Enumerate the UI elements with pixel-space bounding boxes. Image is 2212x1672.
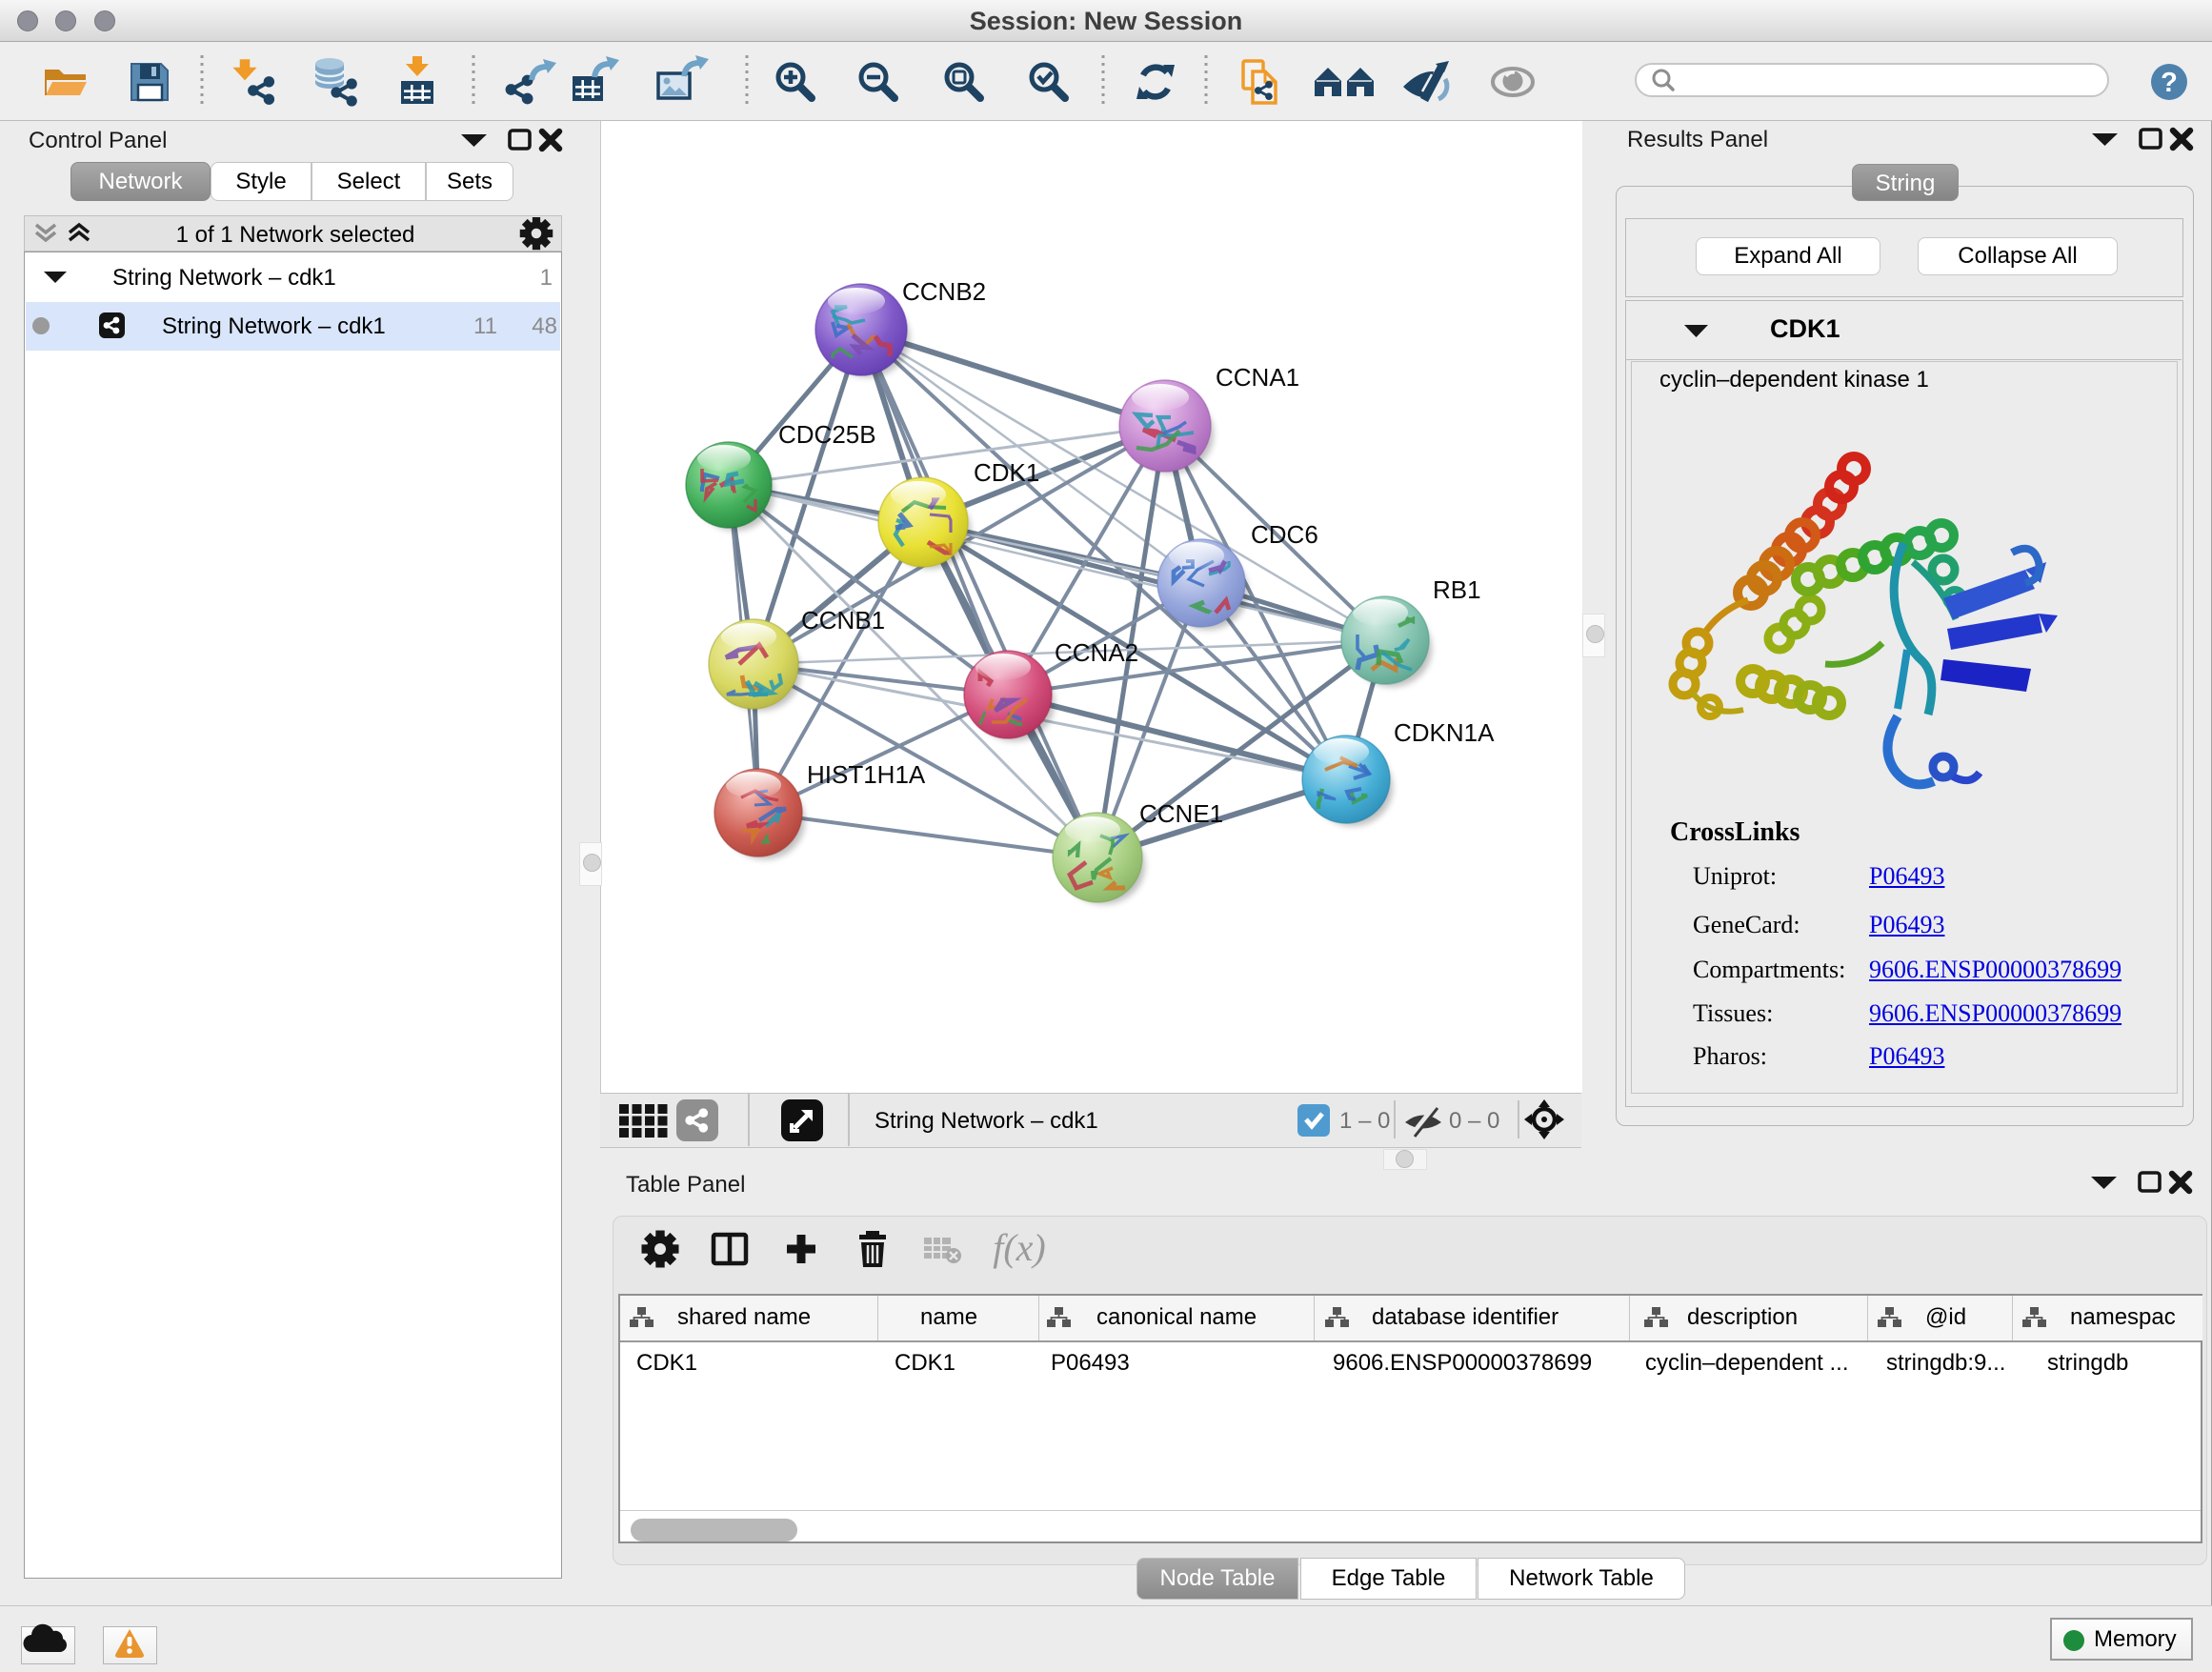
svg-text:f(x): f(x): [993, 1226, 1046, 1269]
svg-text:CCNA1: CCNA1: [1216, 363, 1299, 392]
svg-text:?: ?: [2161, 68, 2178, 98]
svg-text:CCNA2: CCNA2: [1055, 638, 1138, 667]
svg-text:CCNB1: CCNB1: [801, 606, 885, 635]
svg-text:CCNE1: CCNE1: [1139, 799, 1223, 828]
svg-text:CCNB2: CCNB2: [902, 277, 986, 306]
svg-text:CDKN1A: CDKN1A: [1394, 718, 1495, 747]
svg-text:HIST1H1A: HIST1H1A: [807, 760, 926, 789]
svg-text:CDC25B: CDC25B: [778, 420, 876, 449]
svg-text:CDK1: CDK1: [974, 458, 1039, 487]
svg-text:RB1: RB1: [1433, 575, 1481, 604]
svg-text:CDC6: CDC6: [1251, 520, 1318, 549]
